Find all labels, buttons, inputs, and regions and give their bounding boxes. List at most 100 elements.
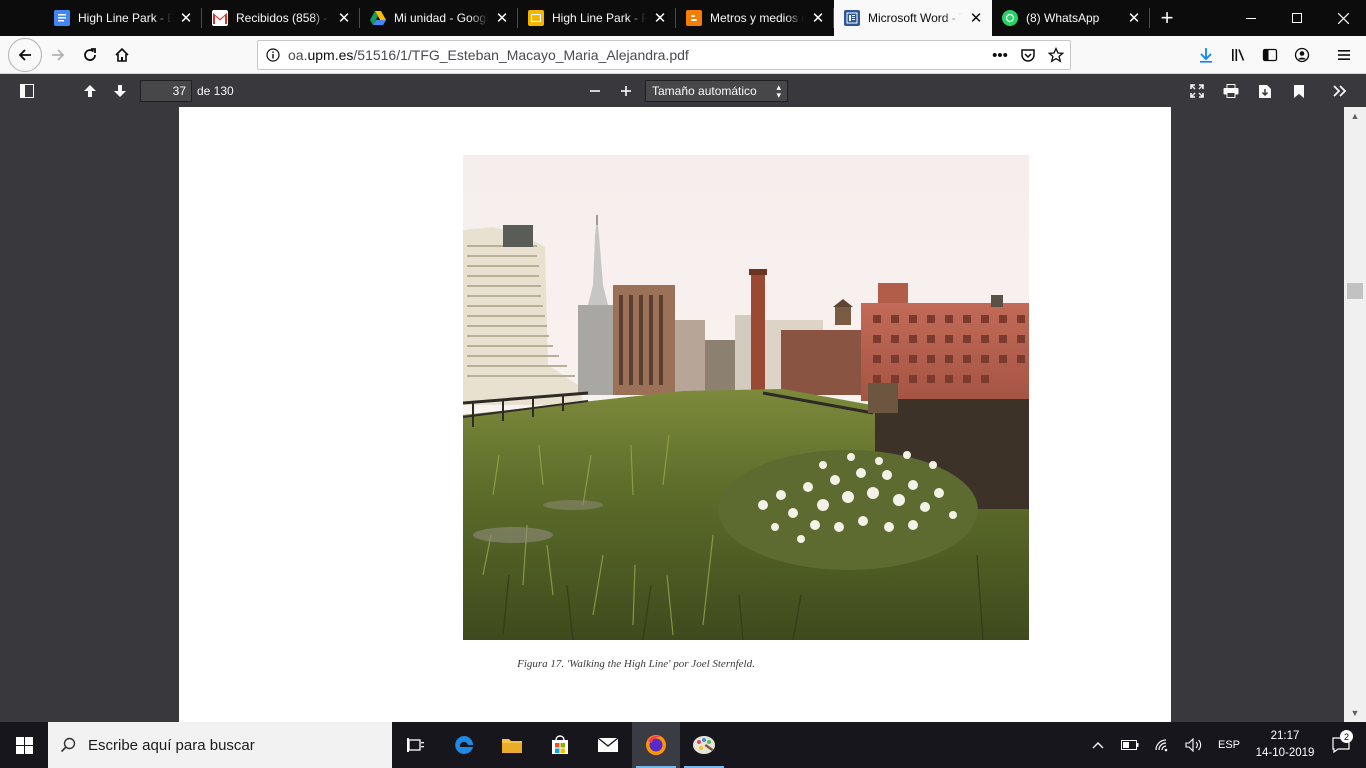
- page-total-label: de 130: [197, 84, 234, 98]
- library-icon[interactable]: [1222, 39, 1254, 71]
- tab-whatsapp[interactable]: (8) WhatsApp ✕: [992, 0, 1150, 36]
- download-icon: [1259, 84, 1271, 98]
- battery-icon[interactable]: [1114, 740, 1146, 750]
- menu-icon[interactable]: [1328, 39, 1360, 71]
- zoom-out-button[interactable]: [582, 78, 608, 104]
- paint-taskbar-button[interactable]: [680, 722, 728, 768]
- task-view-icon: [407, 738, 424, 752]
- url-bar[interactable]: oa.upm.es/51516/1/TFG_Esteban_Macayo_Mar…: [257, 40, 1071, 70]
- pdf-viewer[interactable]: Figura 17. 'Walking the High Line' por J…: [0, 107, 1366, 722]
- window-controls: [1228, 0, 1366, 36]
- docs-icon: [54, 10, 70, 26]
- tab-microsoft-word[interactable]: Microsoft Word - T ✕: [834, 0, 992, 36]
- maximize-icon[interactable]: [1274, 0, 1320, 36]
- edge-taskbar-button[interactable]: [440, 722, 488, 768]
- back-arrow-icon: [18, 48, 31, 61]
- back-button[interactable]: [8, 37, 42, 72]
- folder-icon: [502, 739, 522, 753]
- clock[interactable]: 21:17 14-10-2019: [1248, 728, 1322, 762]
- edge-icon: [455, 736, 473, 754]
- page-number-input[interactable]: [140, 80, 192, 102]
- input-language-indicator[interactable]: ESP: [1210, 739, 1248, 751]
- sidebar-toggle-button[interactable]: [14, 78, 40, 104]
- task-view-button[interactable]: [392, 722, 440, 768]
- minimize-icon[interactable]: [1228, 0, 1274, 36]
- close-tab-icon[interactable]: ✕: [494, 10, 510, 27]
- fullscreen-icon: [1190, 84, 1204, 98]
- url-host: upm.es: [307, 47, 354, 63]
- scroll-down-icon[interactable]: ▼: [1344, 706, 1366, 720]
- scroll-up-icon[interactable]: ▲: [1344, 109, 1366, 123]
- page-actions-icon[interactable]: •••: [986, 47, 1014, 64]
- store-bag-icon: [552, 735, 568, 754]
- vertical-scrollbar[interactable]: ▲ ▼: [1344, 107, 1366, 722]
- tab-title: (8) WhatsApp: [1026, 11, 1100, 25]
- reload-button[interactable]: [74, 39, 106, 71]
- close-tab-icon[interactable]: ✕: [968, 10, 984, 27]
- downloads-icon[interactable]: [1190, 39, 1222, 71]
- network-wifi-icon[interactable]: [1146, 738, 1178, 752]
- home-button[interactable]: [106, 39, 138, 71]
- figure-caption-text: Figura 17. 'Walking the High Line' por J…: [517, 658, 755, 670]
- save-button[interactable]: [1252, 78, 1278, 104]
- tab-high-line-slides[interactable]: High Line Park - P ✕: [518, 0, 676, 36]
- forward-button[interactable]: [42, 39, 74, 71]
- file-explorer-button[interactable]: [488, 722, 536, 768]
- tab-title: Metros y medios d: [710, 11, 804, 25]
- tab-high-line-docs[interactable]: High Line Park - D ✕: [44, 0, 202, 36]
- url-prefix: oa.: [288, 47, 308, 63]
- arrow-up-icon: [84, 85, 96, 97]
- previous-page-button[interactable]: [77, 78, 103, 104]
- zoom-in-button[interactable]: [613, 78, 639, 104]
- tab-title: Mi unidad - Googl: [394, 11, 488, 25]
- sidebar-toggle-icon[interactable]: [1254, 39, 1286, 71]
- tools-button[interactable]: [1327, 78, 1353, 104]
- sidebar-panel-icon: [20, 84, 34, 98]
- firefox-taskbar-button[interactable]: [632, 722, 680, 768]
- plus-icon: [621, 86, 631, 96]
- bookmark-button[interactable]: [1286, 78, 1312, 104]
- tab-title: Recibidos (858) - n: [236, 11, 330, 25]
- bookmark-star-icon[interactable]: [1042, 47, 1070, 63]
- tab-strip-spacer: [0, 0, 44, 36]
- pocket-icon[interactable]: [1014, 47, 1042, 63]
- show-hidden-icons-chevron-icon[interactable]: [1082, 741, 1114, 749]
- forward-arrow-icon: [52, 48, 65, 61]
- close-window-icon[interactable]: [1320, 0, 1366, 36]
- figure-caption: Figura 17. 'Walking the High Line' por J…: [179, 658, 1171, 670]
- volume-icon[interactable]: [1178, 738, 1210, 752]
- taskbar-search-box[interactable]: Escribe aquí para buscar: [48, 722, 392, 768]
- search-icon: [48, 737, 88, 753]
- close-tab-icon[interactable]: ✕: [336, 10, 352, 27]
- drive-icon: [370, 10, 386, 26]
- paint-palette-icon: [693, 736, 715, 754]
- scrollbar-thumb[interactable]: [1347, 283, 1363, 299]
- site-info-icon[interactable]: [258, 48, 288, 62]
- tab-google-drive[interactable]: Mi unidad - Googl ✕: [360, 0, 518, 36]
- start-button[interactable]: [0, 722, 48, 768]
- new-tab-button[interactable]: +: [1150, 0, 1184, 36]
- toolbar-icons: [1190, 36, 1360, 74]
- account-icon[interactable]: [1286, 39, 1318, 71]
- tab-gmail[interactable]: Recibidos (858) - n ✕: [202, 0, 360, 36]
- close-tab-icon[interactable]: ✕: [652, 10, 668, 27]
- presentation-mode-button[interactable]: [1184, 78, 1210, 104]
- close-tab-icon[interactable]: ✕: [1126, 10, 1142, 27]
- tab-blogger[interactable]: Metros y medios d ✕: [676, 0, 834, 36]
- print-button[interactable]: [1218, 78, 1244, 104]
- gmail-icon: [212, 10, 228, 26]
- mail-icon: [597, 737, 619, 752]
- url-text[interactable]: oa.upm.es/51516/1/TFG_Esteban_Macayo_Mar…: [288, 47, 986, 63]
- firefox-icon: [646, 735, 666, 755]
- store-button[interactable]: [536, 722, 584, 768]
- action-center-button[interactable]: 2: [1322, 730, 1360, 753]
- tab-title: High Line Park - P: [552, 11, 646, 25]
- next-page-button[interactable]: [107, 78, 133, 104]
- reload-icon: [84, 47, 96, 61]
- minus-icon: [590, 90, 600, 92]
- zoom-select[interactable]: Tamaño automático ▴ ▾: [645, 80, 788, 102]
- close-tab-icon[interactable]: ✕: [810, 10, 826, 27]
- pdf-toolbar: de 130 Tamaño automático ▴▾: [0, 74, 1366, 107]
- mail-button[interactable]: [584, 722, 632, 768]
- close-tab-icon[interactable]: ✕: [178, 10, 194, 27]
